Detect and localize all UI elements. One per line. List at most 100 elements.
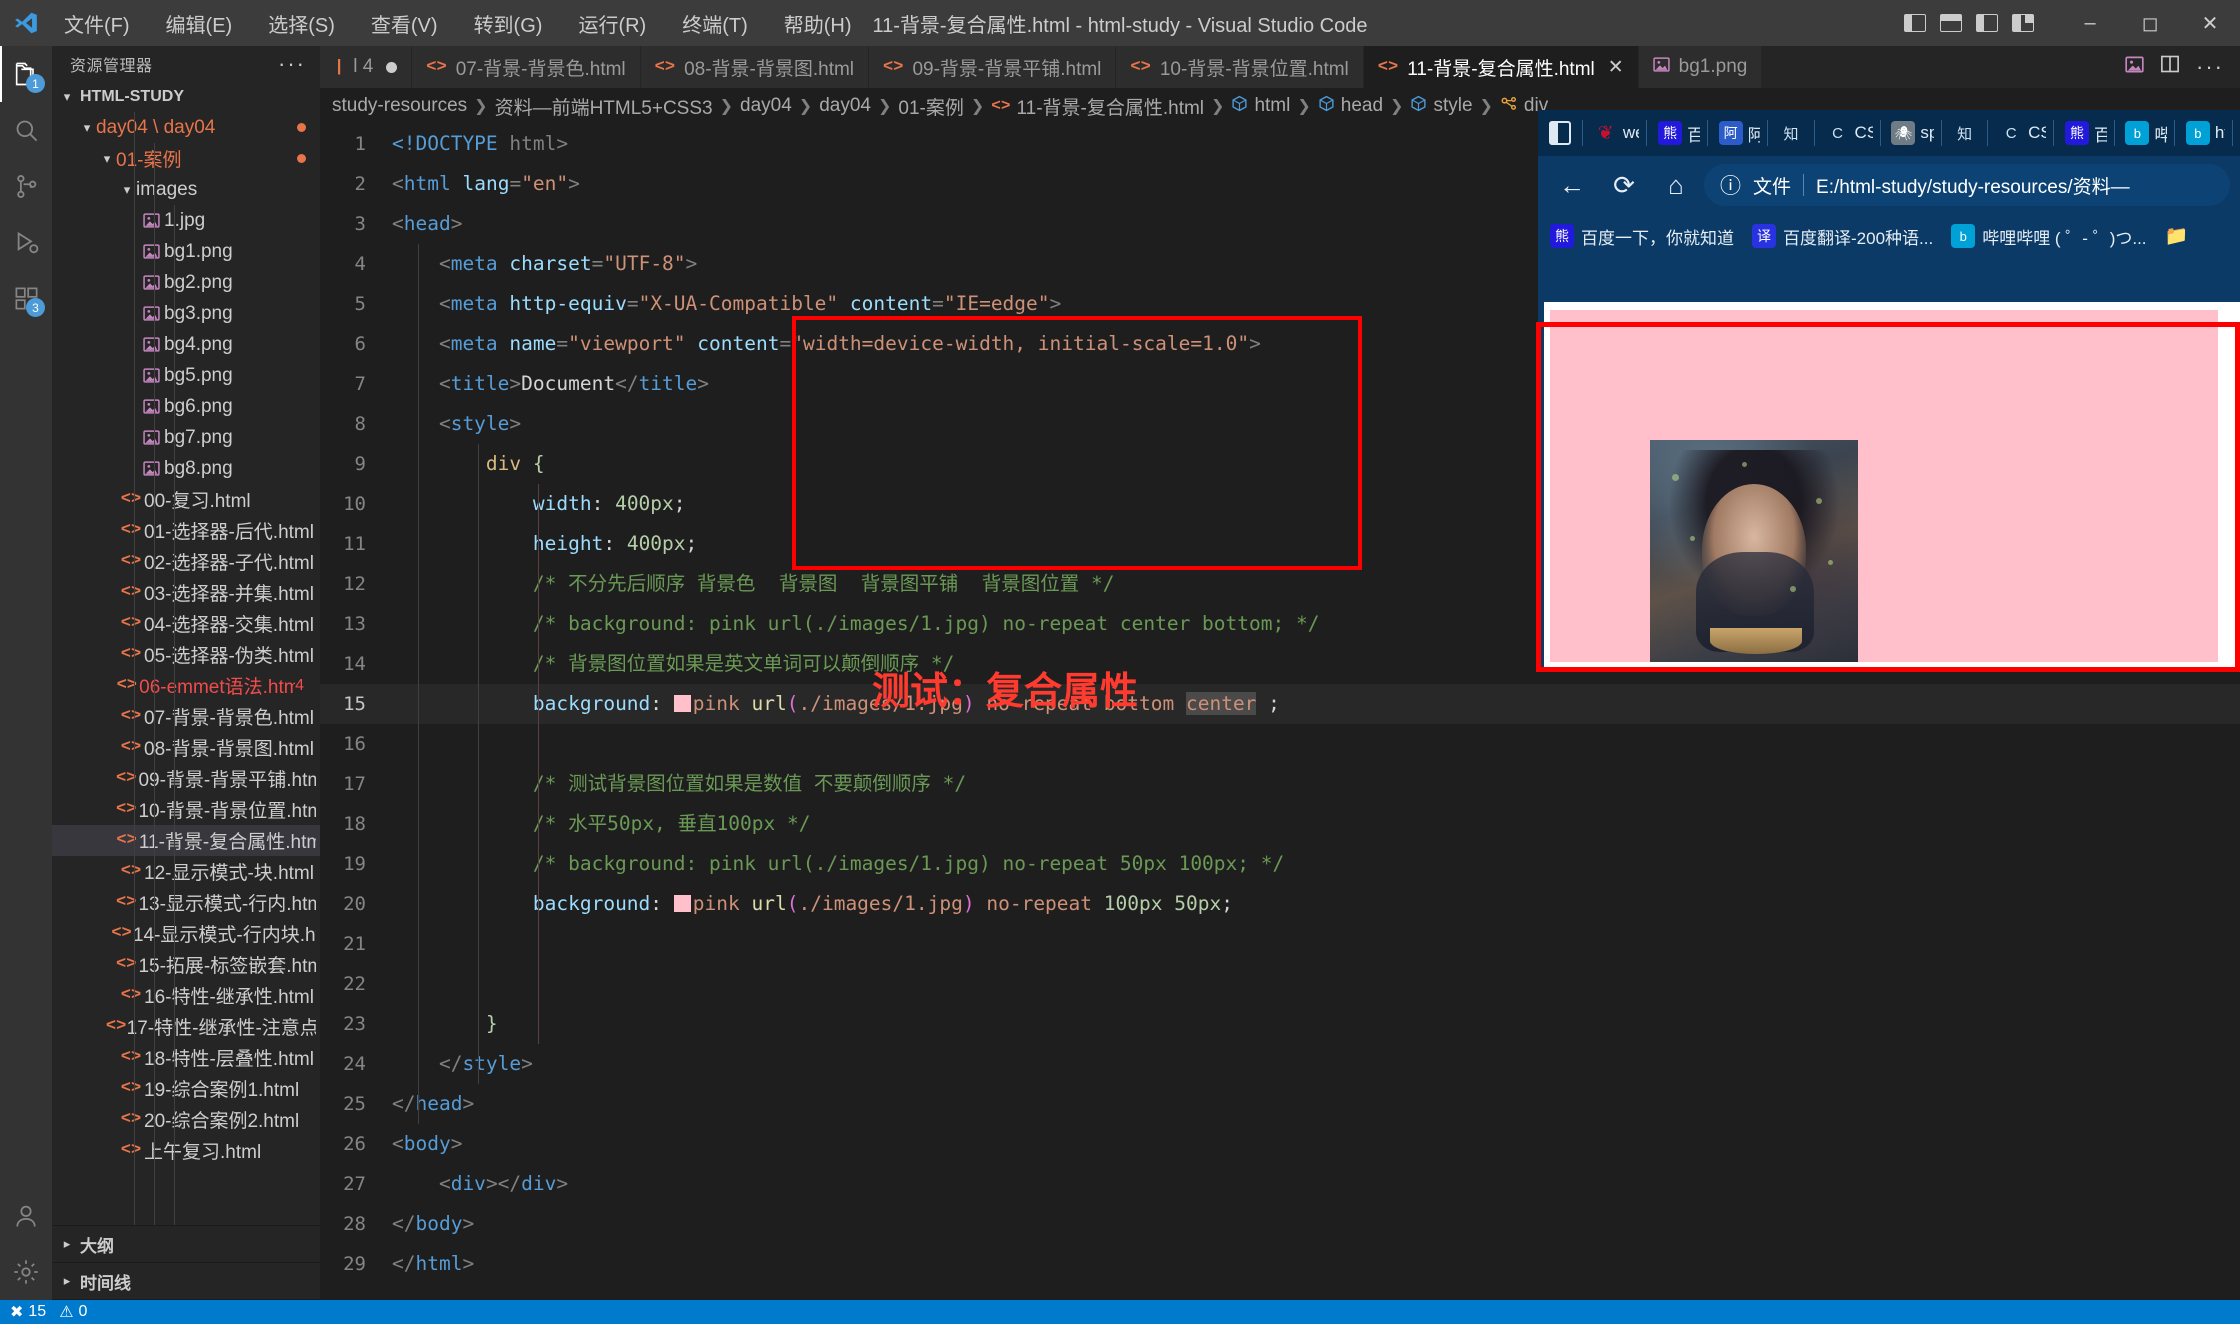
tree-item[interactable]: <> 16-特性-继承性.html [52, 980, 320, 1011]
browser-favorites-toolbar[interactable]: ❦we熊百阿阿知CCS🕷sp知CCS熊百b哔bht [1538, 110, 2240, 156]
tree-item[interactable]: <> 15-拓展-标签嵌套.html [52, 949, 320, 980]
tree-item[interactable]: <> 09-背景-背景平铺.html [52, 763, 320, 794]
tree-item[interactable]: <> 20-综合案例2.html [52, 1104, 320, 1135]
url-text[interactable]: E:/html-study/study-resources/资料— [1816, 172, 2130, 199]
address-bar[interactable]: ⓘ 文件 E:/html-study/study-resources/资料— [1704, 164, 2230, 206]
tree-item[interactable]: <> 上午复习.html [52, 1135, 320, 1166]
menu-run[interactable]: 运行(R) [572, 6, 652, 41]
reload-icon[interactable]: ⟳ [1600, 163, 1648, 207]
menu-bar[interactable]: 文件(F) 编辑(E) 选择(S) 查看(V) 转到(G) 运行(R) 终端(T… [58, 6, 858, 41]
tree-item[interactable]: <> 00-复习.html [52, 484, 320, 515]
editor-tab[interactable]: <> 09-背景-背景平铺.html [869, 46, 1117, 88]
minimize-icon[interactable]: – [2060, 0, 2120, 46]
editor-tab[interactable]: <> 11-背景-复合属性.html ✕ [1363, 46, 1639, 88]
browser-favorite[interactable]: 知 [1949, 121, 1981, 145]
breadcrumb-item[interactable]: html [1231, 95, 1290, 117]
tree-item[interactable]: bg4.png [52, 329, 320, 360]
window-buttons[interactable]: – ◻ ✕ [2060, 0, 2240, 46]
explorer-more-icon[interactable]: ··· [278, 51, 312, 77]
tree-item[interactable]: bg2.png [52, 267, 320, 298]
chevron-down-icon[interactable]: ▾ [78, 120, 96, 136]
editor-tab[interactable]: <> 07-背景-背景色.html [412, 46, 641, 88]
menu-view[interactable]: 查看(V) [365, 6, 444, 41]
code-line[interactable]: 28 </body> [320, 1204, 2240, 1244]
breadcrumb-item[interactable]: study-resources [332, 95, 467, 117]
workspace-root-row[interactable]: ▾ HTML-STUDY [52, 82, 320, 112]
browser-favorite[interactable]: b哔 [2121, 121, 2167, 146]
code-line[interactable]: 19 /* background: pink url(./images/1.jp… [320, 844, 2240, 884]
breadcrumb-item[interactable]: <> 11-背景-复合属性.html [991, 93, 1204, 120]
browser-sidebar-toggle-icon[interactable] [1544, 117, 1575, 149]
browser-favorite[interactable]: 熊百 [2061, 121, 2107, 146]
tree-item[interactable]: <> 04-选择器-交集.html [52, 608, 320, 639]
sidebar-item-search[interactable] [0, 102, 52, 158]
maximize-icon[interactable]: ◻ [2120, 0, 2180, 46]
browser-favorite[interactable]: 阿阿 [1715, 121, 1760, 146]
panel-bottom-icon[interactable] [1940, 14, 1962, 32]
tree-item[interactable]: bg5.png [52, 360, 320, 391]
image-preview-icon[interactable] [2125, 55, 2144, 80]
file-tree[interactable]: ▾ day04 \ day04 ▾ 01-案例 ▾ images 1.jpg bg1.png b… [52, 112, 320, 1225]
breadcrumb-item[interactable]: 01-案例 [898, 93, 963, 120]
tree-item[interactable]: <> 02-选择器-子代.html [52, 546, 320, 577]
outline-section[interactable]: ▸ 大纲 [52, 1226, 320, 1263]
tree-item[interactable]: 1.jpg [52, 205, 320, 236]
tree-item[interactable]: <> 08-背景-背景图.html [52, 732, 320, 763]
editor-tab[interactable]: <> 08-背景-背景图.html [640, 46, 870, 88]
browser-bookmark[interactable]: b 哔哩哔哩 ( ゜- ゜)つ... [1951, 224, 2147, 249]
tree-item[interactable]: <> 10-背景-背景位置.html [52, 794, 320, 825]
panel-right-icon[interactable] [1976, 14, 1998, 32]
browser-bookmark[interactable]: 译百度翻译-200种语... [1752, 224, 1933, 249]
browser-favorite[interactable]: bht [2182, 121, 2225, 145]
layout-controls[interactable] [1904, 14, 2034, 32]
account-icon[interactable] [0, 1188, 52, 1244]
panel-left-icon[interactable] [1904, 14, 1926, 32]
editor-tab[interactable]: | l 4 [320, 46, 413, 88]
tree-item[interactable]: <> 05-选择器-伪类.html [52, 639, 320, 670]
editor-tab[interactable]: <> 10-背景-背景位置.html [1116, 46, 1364, 88]
tree-item[interactable]: <>14-显示模式-行内块.html [52, 918, 320, 949]
code-line[interactable]: 20 background: pink url(./images/1.jpg) … [320, 884, 2240, 924]
tree-item[interactable]: bg3.png [52, 298, 320, 329]
code-line[interactable]: 25 </head> [320, 1084, 2240, 1124]
code-line[interactable]: 23 } [320, 1004, 2240, 1044]
tree-item[interactable]: <> 07-背景-背景色.html [52, 701, 320, 732]
tree-item[interactable]: <> 03-选择器-并集.html [52, 577, 320, 608]
code-line[interactable]: 27 <div></div> [320, 1164, 2240, 1204]
tree-item[interactable]: <> 01-选择器-后代.html [52, 515, 320, 546]
sidebar-item-explorer[interactable]: 1 [0, 46, 52, 102]
code-line[interactable]: 18 /* 水平50px, 垂直100px */ [320, 804, 2240, 844]
tree-item[interactable]: <> 18-特性-层叠性.html [52, 1042, 320, 1073]
menu-help[interactable]: 帮助(H) [778, 6, 858, 41]
code-line[interactable]: 22 [320, 964, 2240, 1004]
close-icon[interactable]: ✕ [2180, 0, 2240, 46]
sidebar-item-extensions[interactable]: 3 [0, 270, 52, 326]
code-line[interactable]: 24 </style> [320, 1044, 2240, 1084]
tree-item[interactable]: <> 13-显示模式-行内.html [52, 887, 320, 918]
browser-favorite[interactable]: 知 [1775, 121, 1807, 145]
breadcrumb-item[interactable]: head [1318, 95, 1383, 117]
menu-terminal[interactable]: 终端(T) [676, 6, 754, 41]
browser-favorite[interactable]: 🕷 sp [1887, 121, 1934, 145]
tree-item[interactable]: ▾ 01-案例 [52, 143, 320, 174]
browser-bookmarks-bar[interactable]: 熊百度一下，你就知道译百度翻译-200种语... b 哔哩哔哩 ( ゜- ゜)つ..… [1538, 214, 2240, 258]
editor-tab[interactable]: bg1.png [1638, 46, 1763, 88]
breadcrumb-item[interactable]: style [1410, 95, 1473, 117]
editor-tab-actions[interactable]: ··· [2109, 46, 2240, 88]
sidebar-item-run-debug[interactable] [0, 214, 52, 270]
menu-file[interactable]: 文件(F) [58, 6, 136, 41]
browser-bookmark[interactable]: 📁 [2165, 224, 2196, 248]
code-line[interactable]: 15 background: pink url(./images/1.jpg) … [320, 684, 2240, 724]
home-icon[interactable]: ⌂ [1652, 163, 1700, 207]
arrow-left-icon[interactable]: ← [1548, 163, 1596, 207]
tab-close-icon[interactable]: ✕ [1608, 56, 1624, 79]
code-line[interactable]: 21 [320, 924, 2240, 964]
tree-item[interactable]: <> 06-emmet语法.html 4 [52, 670, 320, 701]
tree-item[interactable]: bg1.png [52, 236, 320, 267]
tree-item[interactable]: ▾ day04 \ day04 [52, 112, 320, 143]
tree-item[interactable]: bg8.png [52, 453, 320, 484]
code-line[interactable]: 17 /* 测试背景图位置如果是数值 不要颠倒顺序 */ [320, 764, 2240, 804]
tree-item[interactable]: <> 12-显示模式-块.html [52, 856, 320, 887]
tree-item[interactable]: <>17-特性-继承性-注意点.html [52, 1011, 320, 1042]
gear-icon[interactable] [0, 1244, 52, 1300]
